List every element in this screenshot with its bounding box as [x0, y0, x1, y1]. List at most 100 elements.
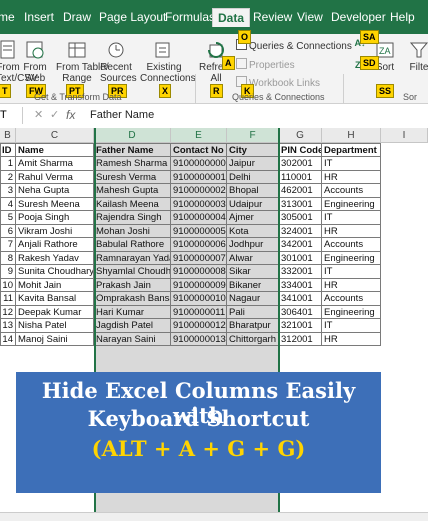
cell-contact-no[interactable]: 9100000004 [171, 211, 227, 225]
cell-name[interactable]: Suresh Meena [16, 197, 94, 211]
cell-pin-code[interactable]: 305001 [279, 211, 322, 225]
name-box[interactable]: T [0, 107, 23, 124]
cell-department[interactable]: IT [322, 211, 381, 225]
cell-name[interactable]: Neha Gupta [16, 184, 94, 198]
cell-city[interactable]: Jaipur [227, 157, 279, 171]
cell-contact-no[interactable]: 9100000000 [171, 157, 227, 171]
cell-father-name[interactable]: Suresh Verma [94, 170, 171, 184]
cell-pin-code[interactable]: 321001 [279, 319, 322, 333]
tab-draw[interactable]: Draw [63, 10, 91, 24]
cell-father-name[interactable]: Babulal Rathore [94, 238, 171, 252]
tab-home[interactable]: me [0, 10, 15, 24]
cell-department[interactable]: HR [322, 332, 381, 346]
cell-pin-code[interactable]: 334001 [279, 278, 322, 292]
cell-father-name[interactable]: Kailash Meena [94, 197, 171, 211]
tab-review[interactable]: Review [253, 10, 292, 24]
cell-contact-no[interactable]: 9100000002 [171, 184, 227, 198]
cell-department[interactable]: Engineering [322, 251, 381, 265]
cell-contact-no[interactable]: 9100000007 [171, 251, 227, 265]
cell-father-name[interactable]: Narayan Saini [94, 332, 171, 346]
cell-id[interactable]: 10 [0, 278, 16, 292]
cell-pin-code[interactable]: 302001 [279, 157, 322, 171]
from-web-button[interactable]: From Web [22, 40, 48, 84]
header-cell-name[interactable]: Name [16, 143, 94, 157]
column-header-b[interactable]: B [0, 128, 16, 143]
cell-id[interactable]: 8 [0, 251, 16, 265]
cell-father-name[interactable]: Ramesh Sharma [94, 157, 171, 171]
cell-name[interactable]: Mohit Jain [16, 278, 94, 292]
cell-id[interactable]: 13 [0, 319, 16, 333]
cell-contact-no[interactable]: 9100000005 [171, 224, 227, 238]
column-header-i[interactable]: I [381, 128, 428, 143]
column-header-e[interactable]: E [171, 128, 227, 143]
tab-formulas[interactable]: Formulas [165, 10, 215, 24]
cell-father-name[interactable]: Prakash Jain [94, 278, 171, 292]
cell-name[interactable]: Kavita Bansal [16, 292, 94, 306]
cell-department[interactable]: Engineering [322, 305, 381, 319]
cell-father-name[interactable]: Jagdish Patel [94, 319, 171, 333]
from-text-csv-button[interactable]: From Text/CSV [0, 40, 38, 84]
cell-city[interactable]: Pali [227, 305, 279, 319]
cell-contact-no[interactable]: 9100000003 [171, 197, 227, 211]
cell-father-name[interactable]: Mahesh Gupta [94, 184, 171, 198]
tab-data[interactable]: Data [212, 8, 251, 27]
cell-city[interactable]: Ajmer [227, 211, 279, 225]
cell-city[interactable]: Chittorgarh [227, 332, 279, 346]
cell-name[interactable]: Pooja Singh [16, 211, 94, 225]
cell-id[interactable]: 12 [0, 305, 16, 319]
cell-contact-no[interactable]: 9100000011 [171, 305, 227, 319]
column-header-f[interactable]: F [227, 128, 279, 143]
cell-department[interactable]: HR [322, 224, 381, 238]
cell-id[interactable]: 7 [0, 238, 16, 252]
cell-father-name[interactable]: Mohan Joshi [94, 224, 171, 238]
cell-name[interactable]: Amit Sharma [16, 157, 94, 171]
cell-name[interactable]: Vikram Joshi [16, 224, 94, 238]
cell-department[interactable]: IT [322, 319, 381, 333]
tab-insert[interactable]: Insert [24, 10, 54, 24]
cell-id[interactable]: 6 [0, 224, 16, 238]
header-cell-city[interactable]: City [227, 143, 279, 157]
column-header-d[interactable]: D [94, 128, 171, 143]
cell-contact-no[interactable]: 9100000010 [171, 292, 227, 306]
recent-sources-button[interactable]: Recent Sources [100, 40, 137, 84]
cell-father-name[interactable]: Ramnarayan Yadav [94, 251, 171, 265]
cell-pin-code[interactable]: 332001 [279, 265, 322, 279]
cell-city[interactable]: Delhi [227, 170, 279, 184]
header-cell-id[interactable]: ID [0, 143, 16, 157]
cell-contact-no[interactable]: 9100000013 [171, 332, 227, 346]
cell-department[interactable]: HR [322, 278, 381, 292]
cell-pin-code[interactable]: 313001 [279, 197, 322, 211]
cell-contact-no[interactable]: 9100000001 [171, 170, 227, 184]
cell-department[interactable]: Engineering [322, 197, 381, 211]
column-header-g[interactable]: G [279, 128, 322, 143]
cell-id[interactable]: 11 [0, 292, 16, 306]
cell-name[interactable]: Rakesh Yadav [16, 251, 94, 265]
cell-name[interactable]: Sunita Choudhary [16, 265, 94, 279]
cell-department[interactable]: Accounts [322, 292, 381, 306]
tab-page-layout[interactable]: Page Layout [99, 10, 166, 24]
cell-father-name[interactable]: Shyamlal Choudhary [94, 265, 171, 279]
cell-id[interactable]: 9 [0, 265, 16, 279]
cell-department[interactable]: HR [322, 170, 381, 184]
existing-connections-button[interactable]: Existing Connections [140, 40, 196, 84]
cell-pin-code[interactable]: 342001 [279, 238, 322, 252]
cell-city[interactable]: Nagaur [227, 292, 279, 306]
cell-id[interactable]: 5 [0, 211, 16, 225]
cell-pin-code[interactable]: 301001 [279, 251, 322, 265]
queries-connections-button[interactable]: Queries & Connections [236, 39, 352, 52]
cell-department[interactable]: IT [322, 157, 381, 171]
cell-city[interactable]: Kota [227, 224, 279, 238]
cell-name[interactable]: Nisha Patel [16, 319, 94, 333]
cell-contact-no[interactable]: 9100000009 [171, 278, 227, 292]
header-cell-contact-no[interactable]: Contact No [171, 143, 227, 157]
cell-city[interactable]: Alwar [227, 251, 279, 265]
cell-city[interactable]: Bikaner [227, 278, 279, 292]
header-cell-father-name[interactable]: Father Name [94, 143, 171, 157]
cell-department[interactable]: IT [322, 265, 381, 279]
check-icon[interactable]: ✓ [50, 108, 59, 121]
cell-father-name[interactable]: Omprakash Bansal [94, 292, 171, 306]
header-cell-pin-code[interactable]: PIN Code [279, 143, 322, 157]
from-table-range-button[interactable]: From Table/ Range [56, 40, 109, 84]
cell-pin-code[interactable]: 324001 [279, 224, 322, 238]
formula-input[interactable]: Father Name [90, 109, 154, 121]
